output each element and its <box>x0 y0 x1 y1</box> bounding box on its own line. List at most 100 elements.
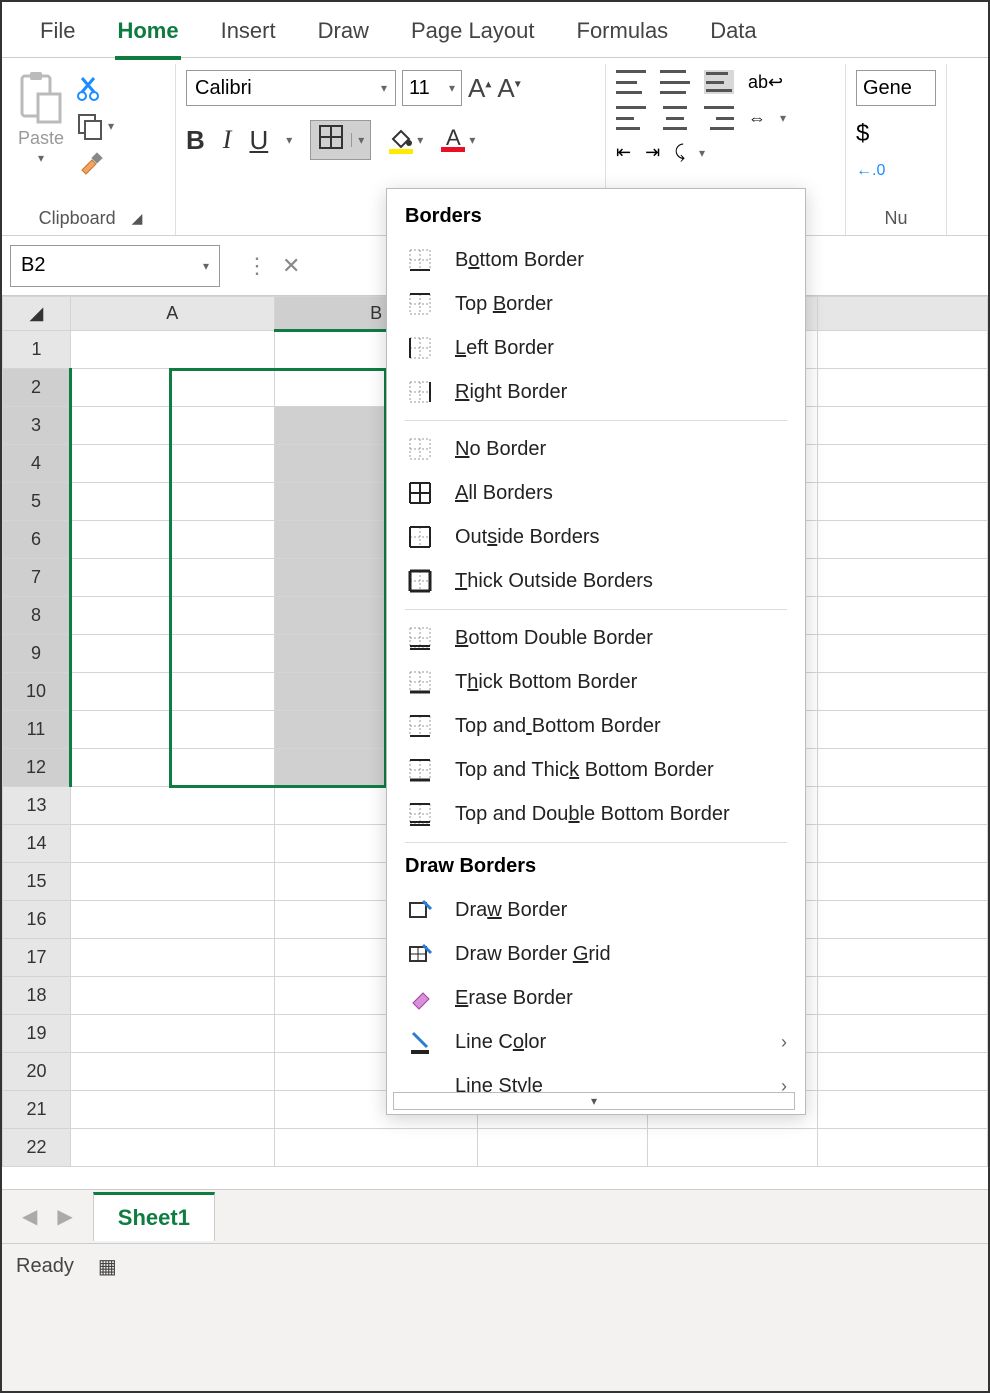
border-menu-item[interactable]: Top and Bottom Border <box>387 704 805 748</box>
row-header-6[interactable]: 6 <box>3 521 71 559</box>
chevron-down-icon[interactable]: ▾ <box>780 111 786 125</box>
more-icon[interactable]: ⋮ <box>246 253 268 279</box>
merge-cells-button[interactable]: ⇔ <box>748 108 766 129</box>
orientation-button[interactable]: ⤹ <box>674 142 685 163</box>
row-header-12[interactable]: 12 <box>3 749 71 787</box>
decrease-decimal-button[interactable]: ←.0 <box>856 162 885 180</box>
number-format-select[interactable]: Gene <box>856 70 936 106</box>
border-menu-item[interactable]: Erase Border <box>387 976 805 1020</box>
cell[interactable] <box>70 483 274 521</box>
cell[interactable] <box>818 1129 988 1167</box>
tab-file[interactable]: File <box>38 12 77 56</box>
row-header-14[interactable]: 14 <box>3 825 71 863</box>
borders-button[interactable] <box>311 123 351 158</box>
cell[interactable] <box>70 1129 274 1167</box>
underline-button[interactable]: U <box>249 125 268 156</box>
border-menu-item[interactable]: Right Border <box>387 370 805 414</box>
cell[interactable] <box>70 597 274 635</box>
border-menu-item[interactable]: Top and Thick Bottom Border <box>387 748 805 792</box>
select-all-corner[interactable]: ◢ <box>3 297 71 331</box>
border-menu-item[interactable]: Top Border <box>387 282 805 326</box>
sheet-nav-next[interactable]: ▶ <box>57 1204 72 1229</box>
cell[interactable] <box>70 711 274 749</box>
tab-insert[interactable]: Insert <box>219 12 278 56</box>
row-header-20[interactable]: 20 <box>3 1053 71 1091</box>
border-menu-item[interactable]: Top and Double Bottom Border <box>387 792 805 836</box>
row-header-4[interactable]: 4 <box>3 445 71 483</box>
border-menu-item[interactable]: Thick Outside Borders <box>387 559 805 603</box>
cell[interactable] <box>70 521 274 559</box>
cell[interactable] <box>478 1129 648 1167</box>
row-header-8[interactable]: 8 <box>3 597 71 635</box>
cell[interactable] <box>818 711 988 749</box>
cell[interactable] <box>70 901 274 939</box>
cell[interactable] <box>70 1053 274 1091</box>
row-header-10[interactable]: 10 <box>3 673 71 711</box>
italic-button[interactable]: I <box>223 125 232 155</box>
font-color-button[interactable]: A ▾ <box>441 129 475 152</box>
border-menu-item[interactable]: Bottom Border <box>387 238 805 282</box>
row-header-15[interactable]: 15 <box>3 863 71 901</box>
cell[interactable] <box>818 749 988 787</box>
border-menu-item[interactable]: Line Color› <box>387 1020 805 1064</box>
col-header-blank[interactable] <box>818 297 988 331</box>
cell[interactable] <box>818 787 988 825</box>
tab-data[interactable]: Data <box>708 12 758 56</box>
tab-formulas[interactable]: Formulas <box>575 12 671 56</box>
cell[interactable] <box>818 445 988 483</box>
cell[interactable] <box>818 977 988 1015</box>
cell[interactable] <box>818 825 988 863</box>
row-header-2[interactable]: 2 <box>3 369 71 407</box>
row-header-9[interactable]: 9 <box>3 635 71 673</box>
cell[interactable] <box>818 331 988 369</box>
bold-button[interactable]: B <box>186 125 205 156</box>
tab-page-layout[interactable]: Page Layout <box>409 12 537 56</box>
border-menu-item[interactable]: Thick Bottom Border <box>387 660 805 704</box>
row-header-22[interactable]: 22 <box>3 1129 71 1167</box>
chevron-down-icon[interactable]: ▾ <box>699 146 705 160</box>
cell[interactable] <box>70 559 274 597</box>
dialog-launcher-icon[interactable]: ◢ <box>132 210 143 227</box>
cell[interactable] <box>70 673 274 711</box>
cell[interactable] <box>274 1129 478 1167</box>
cut-button[interactable] <box>76 74 114 102</box>
cell[interactable] <box>818 521 988 559</box>
cell[interactable] <box>70 787 274 825</box>
cell[interactable] <box>818 559 988 597</box>
row-header-7[interactable]: 7 <box>3 559 71 597</box>
align-middle-button[interactable] <box>660 70 690 94</box>
sheet-tab-sheet1[interactable]: Sheet1 <box>93 1192 215 1241</box>
font-size-select[interactable]: 11 ▾ <box>402 70 462 106</box>
borders-split-button[interactable]: ▾ <box>310 120 371 160</box>
cell[interactable] <box>818 597 988 635</box>
decrease-font-size-button[interactable]: A▾ <box>497 73 520 104</box>
border-menu-item[interactable]: Draw Border Grid <box>387 932 805 976</box>
row-header-19[interactable]: 19 <box>3 1015 71 1053</box>
row-header-17[interactable]: 17 <box>3 939 71 977</box>
border-menu-item[interactable]: All Borders <box>387 471 805 515</box>
border-menu-item[interactable]: Bottom Double Border <box>387 616 805 660</box>
align-right-button[interactable] <box>704 106 734 130</box>
cell[interactable] <box>70 939 274 977</box>
fill-color-button[interactable]: ▾ <box>389 127 423 154</box>
cell[interactable] <box>818 483 988 521</box>
cell[interactable] <box>70 331 274 369</box>
border-menu-item[interactable]: Left Border <box>387 326 805 370</box>
sheet-nav-prev[interactable]: ◀ <box>22 1204 37 1229</box>
cell[interactable] <box>818 407 988 445</box>
row-header-21[interactable]: 21 <box>3 1091 71 1129</box>
cell[interactable] <box>70 635 274 673</box>
row-header-18[interactable]: 18 <box>3 977 71 1015</box>
align-center-button[interactable] <box>660 106 690 130</box>
decrease-indent-button[interactable]: ⇤ <box>616 142 631 163</box>
cell[interactable] <box>70 407 274 445</box>
cell[interactable] <box>70 1015 274 1053</box>
cell[interactable] <box>818 863 988 901</box>
increase-font-size-button[interactable]: A▴ <box>468 73 491 104</box>
cell[interactable] <box>70 749 274 787</box>
cancel-formula-button[interactable]: ✕ <box>282 253 300 279</box>
cell[interactable] <box>818 1015 988 1053</box>
cell[interactable] <box>818 369 988 407</box>
cell[interactable] <box>70 1091 274 1129</box>
align-bottom-button[interactable] <box>704 70 734 94</box>
